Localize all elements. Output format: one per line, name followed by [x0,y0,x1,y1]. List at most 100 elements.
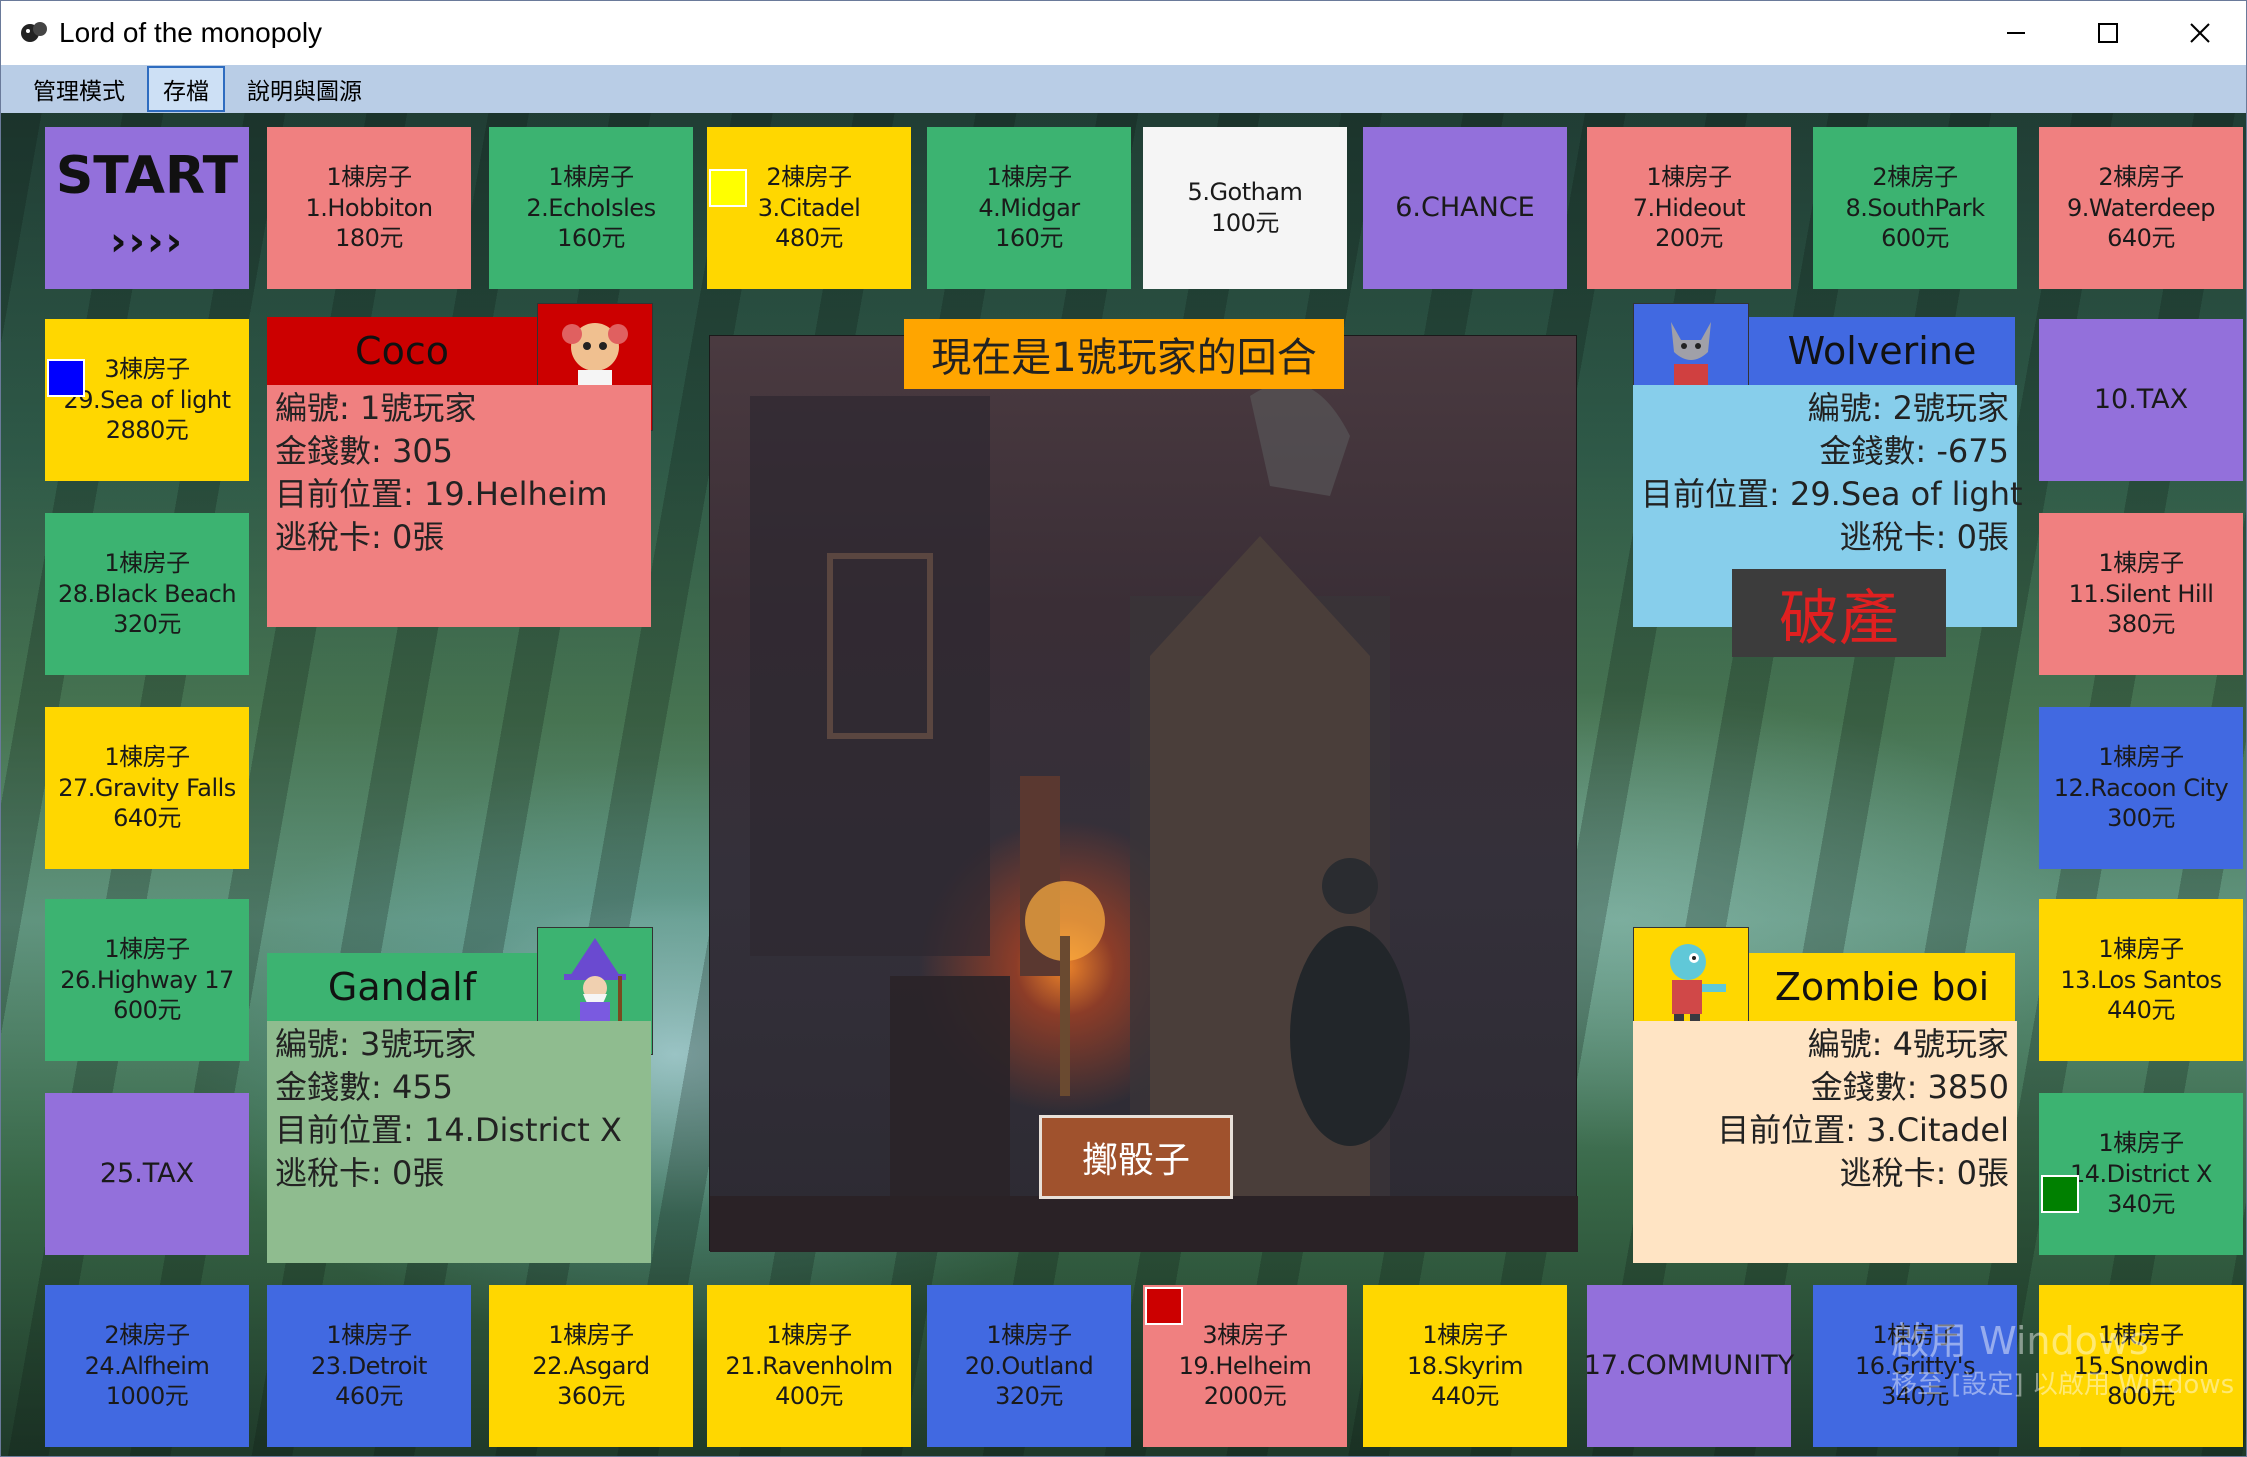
player-money: 金錢數: 305 [275,432,454,470]
minimize-button[interactable] [1970,1,2062,65]
tile-5[interactable]: 5.Gotham 100元 [1143,127,1347,289]
window-title: Lord of the monopoly [59,17,323,48]
start-label: START [55,145,239,206]
player-position: 目前位置: 3.Citadel [1717,1111,2009,1149]
tile-price: 380元 [2107,610,2175,639]
tile-1[interactable]: 1棟房子 1.Hobbiton 180元 [267,127,471,289]
menu-admin-mode[interactable]: 管理模式 [17,66,141,112]
player-info: 編號: 3號玩家 金錢數: 455 目前位置: 14.District X 逃稅… [267,1021,651,1263]
tile-house-count: 1棟房子 [326,162,412,191]
tile-name: 24.Alfheim [84,1351,210,1380]
player-id: 編號: 1號玩家 [275,389,477,427]
player-position: 目前位置: 14.District X [275,1111,622,1149]
tile-house-count: 1棟房子 [1422,1320,1508,1349]
tile-house-count: 1棟房子 [766,1320,852,1349]
tile-9[interactable]: 2棟房子 9.Waterdeep 640元 [2039,127,2243,289]
tile-2[interactable]: 1棟房子 2.EchoIsles 160元 [489,127,693,289]
tile-4[interactable]: 1棟房子 4.Midgar 160元 [927,127,1131,289]
maximize-icon [2098,23,2118,43]
title-bar: Lord of the monopoly [1,1,2246,65]
tile-11[interactable]: 1棟房子 11.Silent Hill 380元 [2039,513,2243,675]
player-id: 編號: 2號玩家 [1807,389,2009,427]
tile-name: 17.COMMUNITY [1583,1349,1795,1381]
tile-23[interactable]: 1棟房子 23.Detroit 460元 [267,1285,471,1447]
tile-price: 440元 [2107,996,2175,1025]
tile-name: 18.Skyrim [1406,1351,1524,1380]
tile-house-count: 1棟房子 [548,162,634,191]
player-marker-wolverine [47,359,85,397]
bankrupt-badge: 破產 [1732,569,1946,657]
tile-12[interactable]: 1棟房子 12.Racoon City 300元 [2039,707,2243,869]
tile-name: 9.Waterdeep [2067,193,2215,222]
game-board: START ›››› 1棟房子 1.Hobbiton 180元 1棟房子 2.E… [1,113,2246,1456]
tile-price: 320元 [113,610,181,639]
tile-25[interactable]: 25.TAX [45,1093,249,1255]
tile-22[interactable]: 1棟房子 22.Asgard 360元 [489,1285,693,1447]
tile-name: 3.Citadel [757,193,861,222]
player-tax-card: 逃稅卡: 0張 [1839,518,2009,556]
tile-price: 640元 [113,804,181,833]
tile-6[interactable]: 6.CHANCE [1363,127,1567,289]
tile-price: 640元 [2107,224,2175,253]
tile-price: 340元 [2107,1190,2175,1219]
player-info: 編號: 1號玩家 金錢數: 305 目前位置: 19.Helheim 逃稅卡: … [267,385,651,627]
player-money: 金錢數: -675 [1819,432,2009,470]
tile-8[interactable]: 2棟房子 8.SouthPark 600元 [1813,127,2017,289]
menu-save[interactable]: 存檔 [147,66,225,112]
tile-28[interactable]: 1棟房子 28.Black Beach 320元 [45,513,249,675]
tile-price: 400元 [775,1382,843,1411]
tile-21[interactable]: 1棟房子 21.Ravenholm 400元 [707,1285,911,1447]
tile-3[interactable]: 2棟房子 3.Citadel 480元 [707,127,911,289]
tile-price: 460元 [335,1382,403,1411]
tile-7[interactable]: 1棟房子 7.Hideout 200元 [1587,127,1791,289]
player-name: Gandalf [267,953,537,1021]
tile-name: 2.EchoIsles [526,193,656,222]
tile-price: 300元 [2107,804,2175,833]
tile-26[interactable]: 1棟房子 26.Highway 17 600元 [45,899,249,1061]
tile-20[interactable]: 1棟房子 20.Outland 320元 [927,1285,1131,1447]
tile-house-count: 1棟房子 [2098,934,2184,963]
tile-house-count: 1棟房子 [986,1320,1072,1349]
tile-14[interactable]: 1棟房子 14.District X 340元 [2039,1093,2243,1255]
menu-bar: 管理模式 存檔 說明與圖源 [1,65,2246,113]
tile-name: 5.Gotham [1187,178,1303,207]
close-button[interactable] [2154,1,2246,65]
tile-name: 12.Racoon City [2053,773,2229,802]
player-name: Zombie boi [1749,953,2015,1021]
tile-name: 14.District X [2070,1159,2212,1188]
roll-dice-button[interactable]: 擲骰子 [1039,1115,1233,1199]
tile-house-count: 2棟房子 [766,162,852,191]
tile-29[interactable]: 3棟房子 29.Sea of light 2880元 [45,319,249,481]
tile-house-count: 1棟房子 [2098,1128,2184,1157]
start-arrows: ›››› [110,219,184,265]
menu-help-sources[interactable]: 說明與圖源 [231,66,378,112]
tile-19[interactable]: 3棟房子 19.Helheim 2000元 [1143,1285,1347,1447]
watermark-line1: 啟用 Windows [1891,1319,2149,1363]
tile-house-count: 3棟房子 [104,354,190,383]
tile-27[interactable]: 1棟房子 27.Gravity Falls 640元 [45,707,249,869]
tile-10[interactable]: 10.TAX [2039,319,2243,481]
watermark-line2: 移至 [設定] 以啟用 Windows [1891,1370,2235,1400]
tile-17[interactable]: 17.COMMUNITY [1584,1285,1794,1447]
player-marker-zombie-boi [709,169,747,207]
tile-18[interactable]: 1棟房子 18.Skyrim 440元 [1363,1285,1567,1447]
tile-price: 2000元 [1203,1382,1287,1411]
player-marker-gandalf [2041,1175,2079,1213]
player-position: 目前位置: 19.Helheim [275,475,608,513]
maximize-button[interactable] [2062,1,2154,65]
tile-13[interactable]: 1棟房子 13.Los Santos 440元 [2039,899,2243,1061]
tile-name: 29.Sea of light [63,385,231,414]
tile-start[interactable]: START ›››› [45,127,249,289]
tile-name: 1.Hobbiton [305,193,433,222]
tile-house-count: 1棟房子 [548,1320,634,1349]
tile-price: 160元 [557,224,625,253]
player-tax-card: 逃稅卡: 0張 [275,518,445,556]
player-name: Wolverine [1749,317,2015,385]
windows-activation-watermark: 啟用 Windows 移至 [設定] 以啟用 Windows [1891,1319,2234,1407]
tile-price: 160元 [995,224,1063,253]
player-tax-card: 逃稅卡: 0張 [275,1154,445,1192]
player-tax-card: 逃稅卡: 0張 [1839,1154,2009,1192]
tile-price: 440元 [1431,1382,1499,1411]
minimize-icon [2007,32,2025,34]
tile-24[interactable]: 2棟房子 24.Alfheim 1000元 [45,1285,249,1447]
